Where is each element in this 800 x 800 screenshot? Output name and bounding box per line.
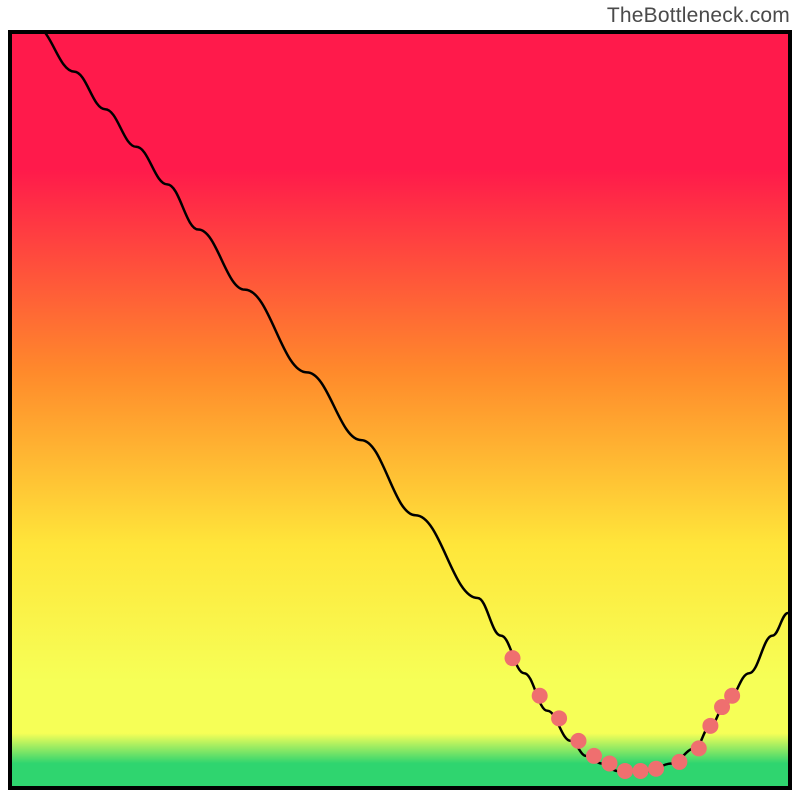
target-dot [617, 763, 633, 779]
chart-svg [12, 34, 788, 786]
target-dot [586, 748, 602, 764]
target-dot [551, 710, 567, 726]
source-link[interactable]: TheBottleneck.com [607, 4, 790, 28]
target-dot [602, 755, 618, 771]
target-dot [691, 740, 707, 756]
target-dot [570, 733, 586, 749]
chart-gradient-bg [12, 34, 788, 786]
target-dot [671, 754, 687, 770]
target-dot [724, 688, 740, 704]
chart-area [12, 34, 788, 786]
target-dot [702, 718, 718, 734]
target-dot [633, 763, 649, 779]
target-dot [648, 761, 664, 777]
target-dot [505, 650, 521, 666]
target-dot [532, 688, 548, 704]
chart-frame [8, 30, 792, 790]
